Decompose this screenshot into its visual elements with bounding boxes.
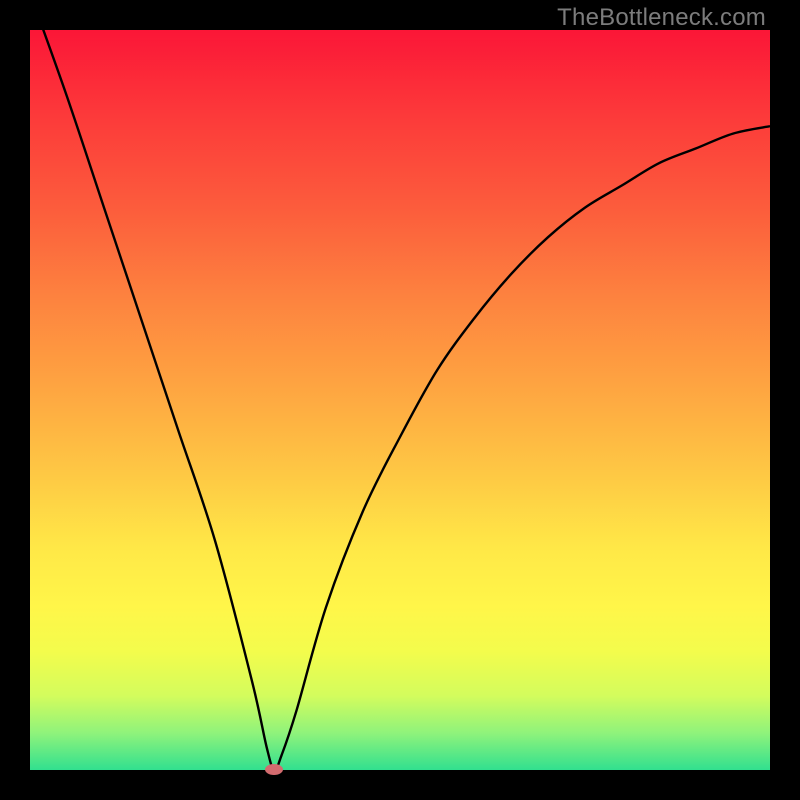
bottleneck-curve bbox=[30, 30, 770, 770]
curve-svg bbox=[30, 30, 770, 770]
watermark-text: TheBottleneck.com bbox=[557, 4, 766, 32]
min-point-marker bbox=[265, 764, 283, 775]
chart-frame: TheBottleneck.com bbox=[0, 0, 800, 800]
plot-area bbox=[30, 30, 770, 770]
